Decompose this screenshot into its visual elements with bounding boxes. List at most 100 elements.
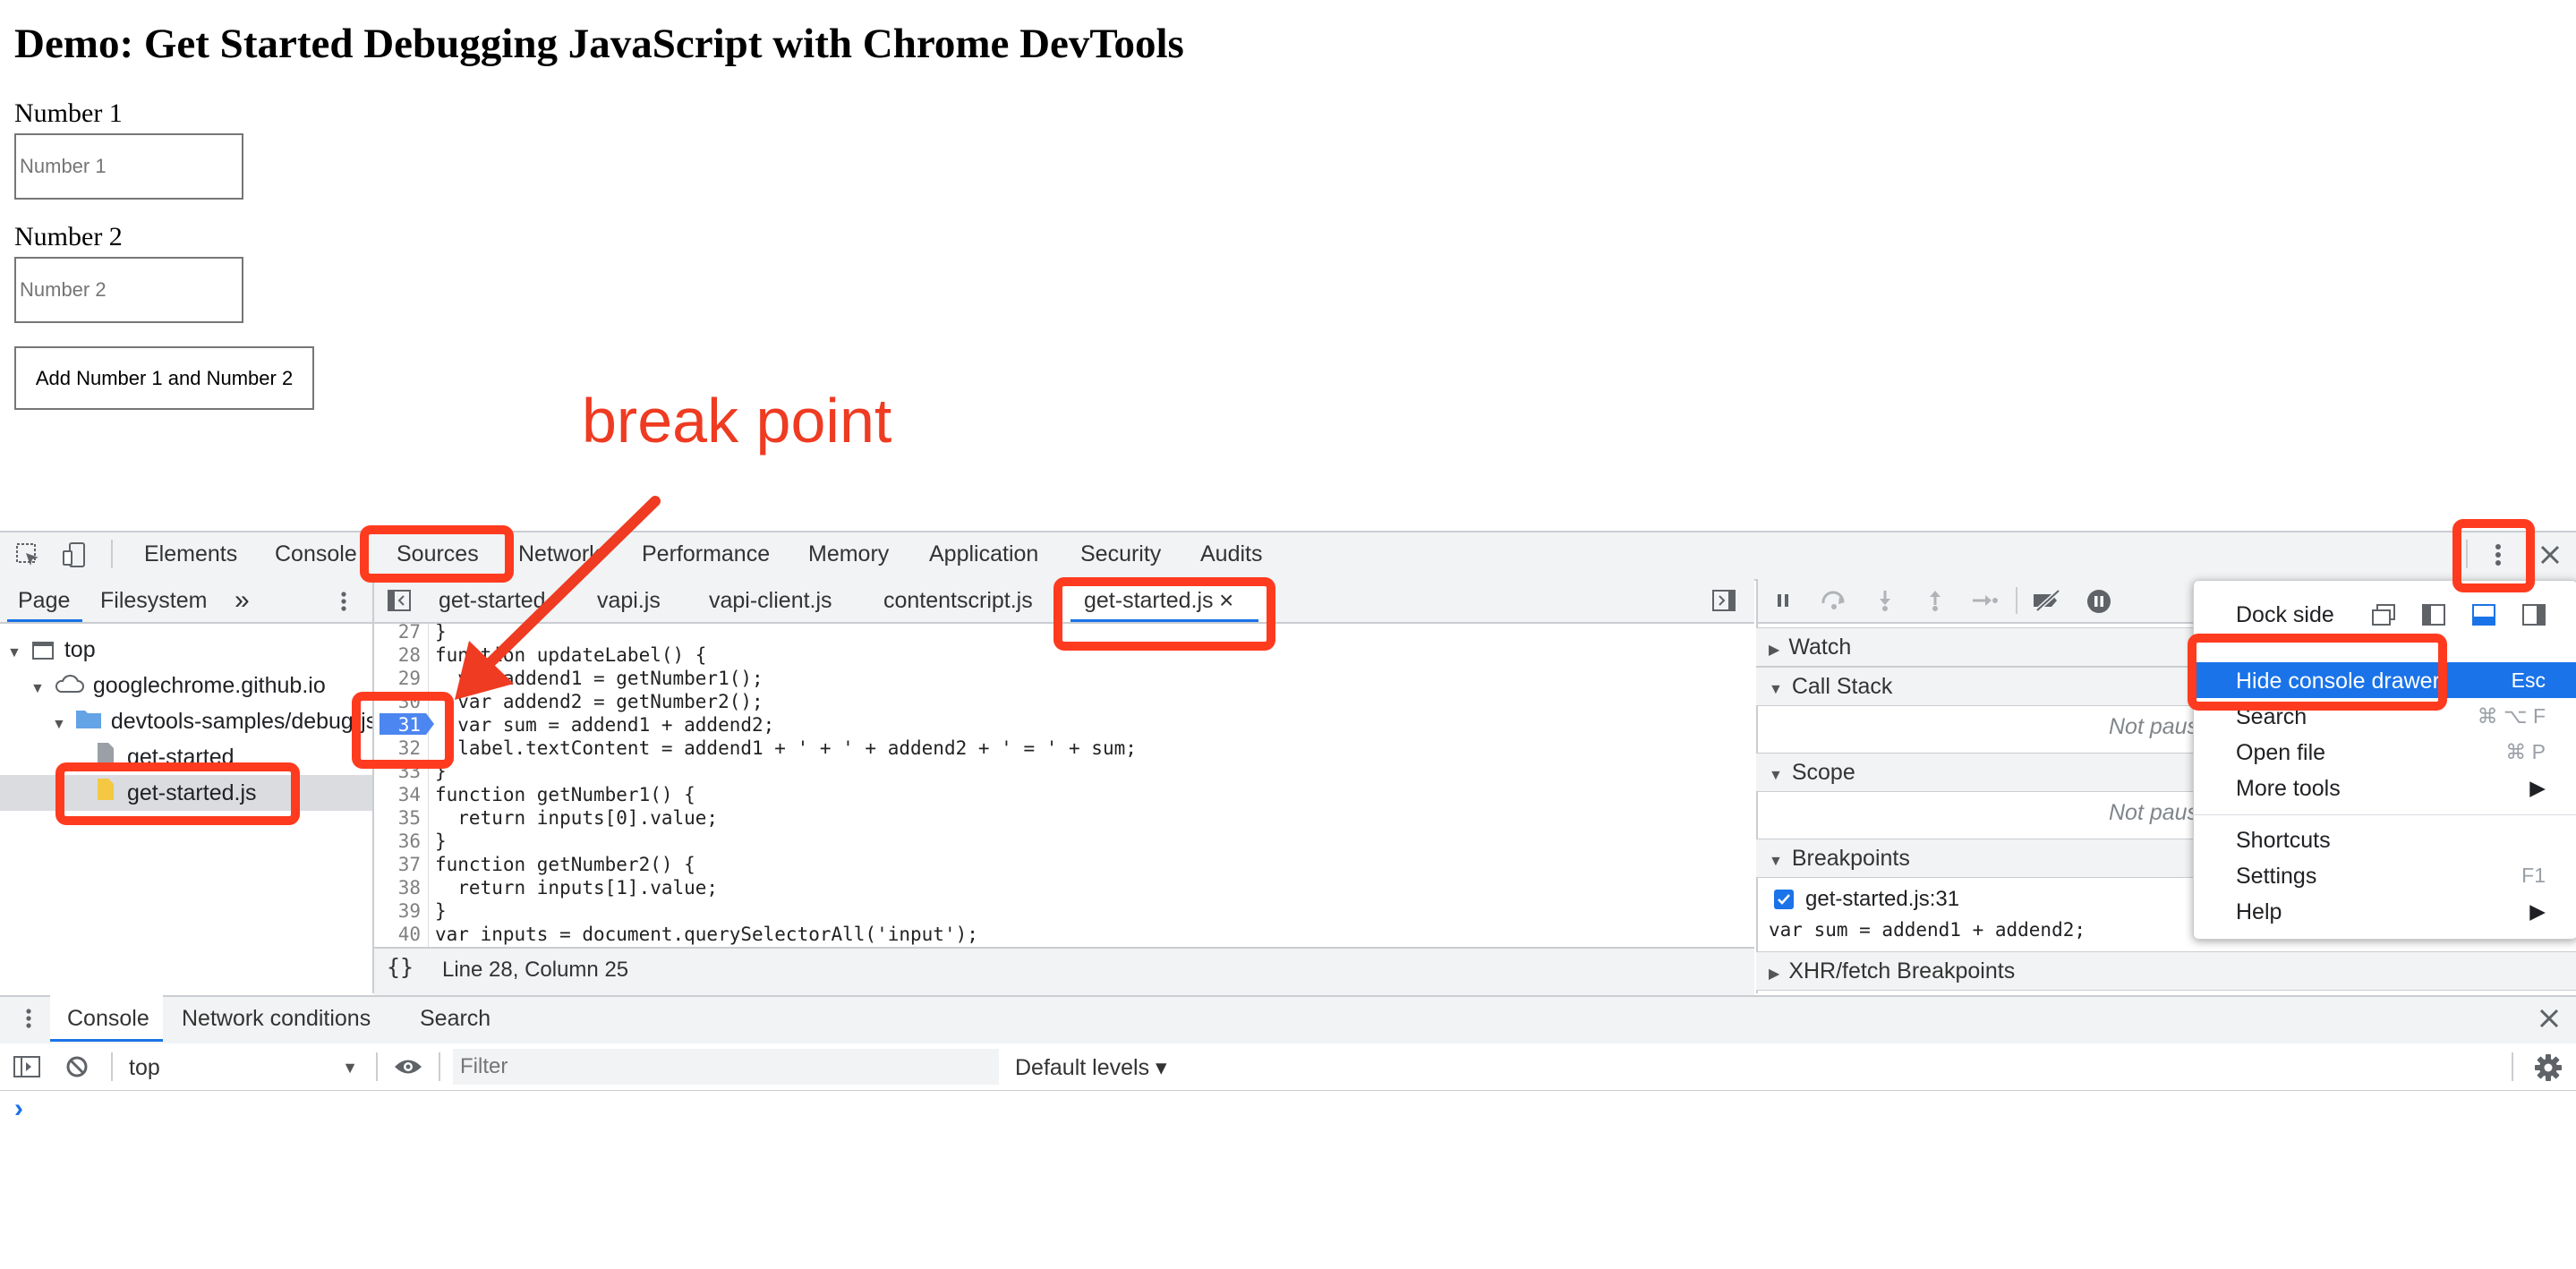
menu-help[interactable]: Help — [2236, 899, 2282, 925]
tree-item-folder[interactable]: ▼ devtools-samples/debug-js — [52, 703, 372, 739]
line-number[interactable]: 28 — [374, 643, 421, 667]
code-line: function getNumber1() { — [435, 784, 695, 805]
drawer-tab-search[interactable]: Search — [420, 995, 490, 1042]
deactivate-breakpoints-icon[interactable] — [2032, 588, 2064, 613]
more-tabs-icon[interactable]: » — [235, 579, 250, 622]
cursor-position: Line 28, Column 25 — [442, 958, 629, 982]
dock-left-icon[interactable] — [2420, 601, 2447, 628]
close-devtools-icon[interactable] — [2535, 540, 2565, 570]
script-file-icon — [97, 776, 115, 812]
step-out-icon[interactable] — [1924, 588, 1946, 613]
number1-label: Number 1 — [14, 98, 123, 128]
close-tab-icon[interactable]: × — [1219, 579, 1233, 622]
context-selector[interactable]: top ▼ — [129, 1052, 362, 1083]
drawer-menu-icon[interactable] — [20, 1004, 38, 1033]
navigator-menu-icon[interactable] — [333, 587, 354, 616]
line-number[interactable]: 30 — [374, 690, 421, 713]
tree-item-get-started[interactable]: get-started — [97, 739, 235, 775]
line-number[interactable]: 29 — [374, 667, 421, 690]
line-number-breakpoint[interactable]: 31 — [374, 713, 421, 737]
code-line: var inputs = document.querySelectorAll('… — [435, 924, 978, 945]
dock-undock-icon[interactable] — [2370, 601, 2397, 628]
console-prompt[interactable]: › — [14, 1094, 23, 1124]
breakpoint-code: var sum = addend1 + addend2; — [1769, 919, 2086, 941]
device-toolbar-icon[interactable] — [59, 540, 90, 570]
frame-icon — [31, 642, 54, 660]
toolbar-divider-right — [2466, 540, 2468, 568]
number2-input[interactable] — [14, 257, 243, 323]
console-toolbar — [0, 1043, 2576, 1091]
dropdown-arrow-icon: ▼ — [342, 1059, 358, 1077]
line-number[interactable]: 39 — [374, 899, 421, 923]
step-icon[interactable] — [1971, 590, 1998, 611]
section-xhr-breakpoints[interactable]: ▶ XHR/fetch Breakpoints — [1756, 951, 2576, 991]
line-number[interactable]: 27 — [374, 624, 421, 643]
line-number[interactable]: 36 — [374, 830, 421, 853]
code-line: function getNumber2() { — [435, 854, 695, 875]
menu-dock-side-label: Dock side — [2236, 602, 2334, 627]
page-tab-indicator — [7, 619, 82, 622]
line-number[interactable]: 34 — [374, 783, 421, 806]
line-gutter[interactable]: 27 28 29 30 31 32 33 34 35 36 37 38 39 4… — [374, 624, 434, 947]
step-into-icon[interactable] — [1874, 588, 1896, 613]
line-number[interactable]: 32 — [374, 737, 421, 760]
log-levels-dropdown[interactable]: Default levels ▾ — [1015, 1052, 1167, 1083]
show-sidebar-icon[interactable] — [13, 1053, 41, 1080]
menu-hide-console-drawer[interactable]: Hide console drawer — [2236, 669, 2440, 694]
number1-input[interactable] — [14, 133, 243, 200]
breakpoint-location[interactable]: get-started.js:31 — [1805, 887, 1959, 912]
console-settings-gear-icon[interactable] — [2533, 1052, 2563, 1083]
breakpoint-checkbox[interactable] — [1774, 890, 1794, 909]
console-filter-input[interactable] — [453, 1049, 999, 1085]
pretty-print-icon[interactable]: {} — [387, 954, 414, 980]
line-number[interactable]: 33 — [374, 760, 421, 783]
submenu-arrow-icon: ▶ — [2529, 899, 2546, 923]
document-icon — [97, 740, 115, 776]
console-toolbar-divider-2 — [376, 1052, 378, 1081]
shortcut-settings: F1 — [2521, 864, 2546, 887]
close-drawer-icon[interactable] — [2535, 1004, 2563, 1033]
step-over-icon[interactable] — [1821, 590, 1847, 611]
toggle-debugger-icon[interactable] — [1711, 588, 1736, 613]
line-number[interactable]: 38 — [374, 876, 421, 899]
add-numbers-button[interactable]: Add Number 1 and Number 2 — [14, 346, 314, 410]
drawer-tab-console[interactable]: Console — [67, 995, 149, 1042]
file-tab-get-started-js[interactable]: get-started.js — [1084, 579, 1214, 622]
annotation-arrow-icon — [455, 496, 661, 700]
dock-bottom-icon[interactable] — [2470, 601, 2497, 628]
live-expression-eye-icon[interactable] — [392, 1054, 424, 1079]
tab-security[interactable]: Security — [1080, 531, 1161, 577]
menu-shortcuts[interactable]: Shortcuts — [2236, 828, 2331, 854]
menu-search[interactable]: Search — [2236, 704, 2307, 730]
tab-page[interactable]: Page — [18, 579, 70, 622]
tab-filesystem[interactable]: Filesystem — [100, 579, 207, 622]
drawer-tab-network-conditions[interactable]: Network conditions — [182, 995, 371, 1042]
submenu-arrow-icon: ▶ — [2529, 776, 2546, 799]
tree-item-domain[interactable]: ▼ googlechrome.github.io — [30, 668, 326, 703]
code-line: return inputs[0].value; — [435, 807, 719, 829]
menu-open-file[interactable]: Open file — [2236, 740, 2325, 766]
tab-memory[interactable]: Memory — [808, 531, 889, 577]
tab-console[interactable]: Console — [275, 531, 357, 577]
tab-application[interactable]: Application — [929, 531, 1038, 577]
inspect-element-icon[interactable] — [13, 540, 43, 570]
tab-audits[interactable]: Audits — [1200, 531, 1262, 577]
tree-item-get-started-js[interactable]: get-started.js — [97, 775, 257, 811]
clear-console-icon[interactable] — [64, 1054, 90, 1079]
line-number[interactable]: 35 — [374, 806, 421, 830]
line-number[interactable]: 37 — [374, 853, 421, 876]
pause-icon[interactable] — [1772, 590, 1794, 611]
menu-settings[interactable]: Settings — [2236, 864, 2316, 890]
debugger-toolbar-divider — [2016, 587, 2017, 614]
toggle-navigator-icon[interactable] — [387, 588, 412, 613]
line-number[interactable]: 40 — [374, 923, 421, 946]
menu-more-tools[interactable]: More tools — [2236, 776, 2341, 802]
file-tab-vapi-client[interactable]: vapi-client.js — [709, 579, 832, 622]
tab-elements[interactable]: Elements — [144, 531, 237, 577]
dock-right-icon[interactable] — [2521, 601, 2547, 628]
tree-item-top[interactable]: ▼ top — [7, 632, 96, 668]
file-tab-contentscript[interactable]: contentscript.js — [883, 579, 1033, 622]
pause-on-exceptions-icon[interactable] — [2086, 588, 2112, 615]
code-line: } — [435, 761, 447, 782]
customize-menu-icon[interactable] — [2485, 537, 2512, 573]
